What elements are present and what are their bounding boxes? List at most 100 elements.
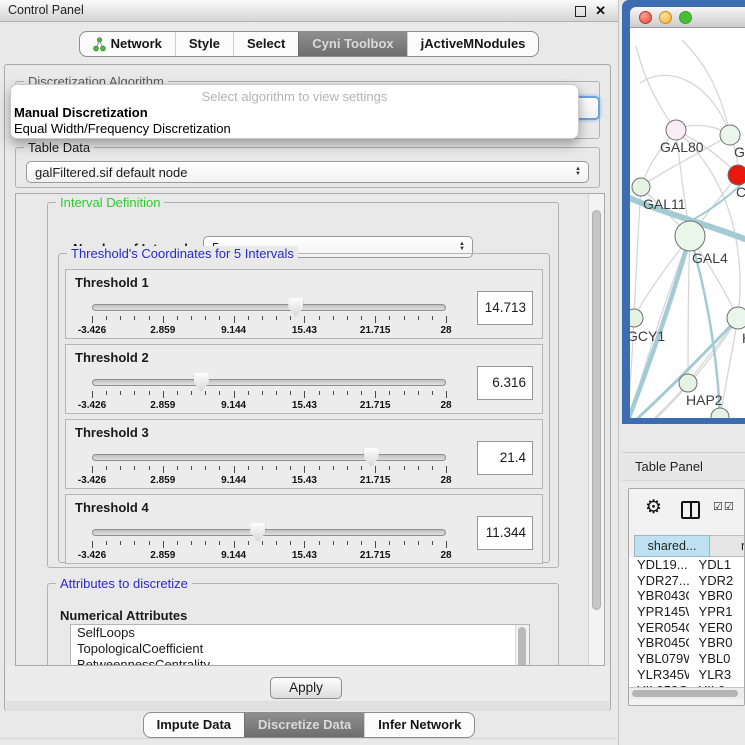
tick-mark [92,466,93,473]
tab-style[interactable]: Style [175,32,233,56]
tick-mark [163,316,164,323]
threshold-3-slider[interactable]: -3.4262.8599.14415.4321.71528 [92,450,446,488]
table-panel-titlebar[interactable]: Table Panel [622,452,745,481]
cyni-toolbox-panel: Discretization Algorithm Table Data galF… [4,64,611,711]
cell: YDR2 [689,573,744,589]
tick-mark [290,391,291,395]
tab-infer-network[interactable]: Infer Network [364,713,474,737]
table-row[interactable]: YER054CYER0 [629,620,744,636]
column-header-name[interactable]: n [710,535,745,557]
control-panel-titlebar[interactable]: Control Panel ✕ [0,0,618,22]
select-columns-icon[interactable]: ☑☑ [713,500,735,513]
thresholds-group-label: Threshold's Coordinates for 5 Intervals [67,246,298,261]
threshold-4-slider[interactable]: -3.4262.8599.14415.4321.71528 [92,525,446,563]
table-row[interactable]: YLR345WYLR3 [629,667,744,683]
table-data-combobox[interactable]: galFiltered.sif default node ▲▼ [26,161,589,183]
column-view-icon[interactable] [681,501,700,519]
tick-mark [304,391,305,398]
threshold-2-value-input[interactable]: 6.316 [477,366,533,400]
network-node[interactable] [711,408,729,418]
tick-mark [177,541,178,545]
list-item[interactable]: BetweennessCentrality [71,657,529,666]
table-row[interactable]: YBL079WYBL0 [629,651,744,667]
tick-mark [404,391,405,395]
panel-scrollbar[interactable] [588,194,604,665]
network-node[interactable] [720,125,740,145]
float-window-icon[interactable] [575,6,586,17]
tick-mark [361,316,362,320]
cell: YER0 [689,620,744,636]
gear-icon[interactable]: ⚙ [645,496,662,519]
table-row[interactable]: YDR27...YDR2 [629,573,744,589]
column-header-shared[interactable]: shared... [634,535,710,557]
minimize-traffic-light-icon[interactable] [659,11,672,24]
popup-option-manual[interactable]: Manual Discretization [11,105,578,121]
list-scrollbar[interactable] [515,625,529,666]
network-node[interactable] [666,120,686,140]
table-rows: YDL19...YDL1 YDR27...YDR2 YBR043CYBR0 YP… [629,557,744,687]
tick-mark [290,316,291,320]
tick-mark [432,316,433,320]
threshold-4-value-input[interactable]: 11.344 [477,516,533,550]
apply-button[interactable]: Apply [270,677,342,699]
tick-mark [404,541,405,545]
network-node[interactable] [728,165,745,185]
list-item[interactable]: TopologicalCoefficient [71,641,529,657]
horizontal-scrollbar[interactable] [629,687,744,699]
tick-mark [191,541,192,545]
close-icon[interactable]: ✕ [595,0,606,21]
tick-mark [149,391,150,395]
tab-network[interactable]: Network [80,32,175,56]
tab-jactivemnodules[interactable]: jActiveMNodules [407,32,539,56]
tick-mark [262,466,263,470]
network-node[interactable] [675,221,705,251]
tick-label: -3.426 [78,325,106,336]
tick-mark [219,316,220,320]
threshold-3-value-input[interactable]: 21.4 [477,441,533,475]
tab-select[interactable]: Select [233,32,298,56]
threshold-1-value-input[interactable]: 14.713 [477,291,533,325]
slider-thumb[interactable] [194,373,209,392]
table-row[interactable]: YBR045CYBR0 [629,635,744,651]
node-label: HAP2 [686,392,723,408]
tick-mark [304,541,305,548]
threshold-2-slider[interactable]: -3.4262.8599.14415.4321.71528 [92,375,446,413]
network-node[interactable] [632,178,650,196]
slider-track[interactable] [92,454,446,461]
table-row[interactable]: YBR043CYBR0 [629,588,744,604]
slider-thumb[interactable] [250,523,265,542]
tab-cyni-toolbox[interactable]: Cyni Toolbox [298,32,406,56]
table-row[interactable]: YPR145WYPR1 [629,604,744,620]
list-item[interactable]: SelfLoops [71,625,529,641]
slider-thumb[interactable] [288,298,303,317]
tab-impute-data[interactable]: Impute Data [144,713,244,737]
network-node[interactable] [679,374,697,392]
cell: YBR045C [629,635,689,651]
slider-track[interactable] [92,304,446,311]
threshold-3-label: Threshold 3 [75,425,149,440]
threshold-1-slider[interactable]: -3.4262.8599.14415.4321.71528 [92,300,446,338]
network-node[interactable] [630,309,643,327]
network-window-titlebar[interactable] [630,7,745,28]
node-label: GAL80 [660,139,704,155]
network-node[interactable] [727,307,745,329]
scrollbar-thumb[interactable] [632,690,738,697]
tick-mark [177,391,178,395]
popup-option-equal-width[interactable]: Equal Width/Frequency Discretization [11,121,578,137]
scrollbar-thumb[interactable] [518,627,526,666]
zoom-traffic-light-icon[interactable] [679,11,692,24]
tick-mark [446,466,447,473]
tab-discretize-data[interactable]: Discretize Data [244,713,364,737]
slider-track[interactable] [92,379,446,386]
cell: YER054C [629,620,689,636]
slider-thumb[interactable] [364,448,379,467]
tick-mark [389,316,390,320]
network-canvas[interactable]: GAL80G.CGAL11GAL4GCY1HHAP2 [630,28,745,418]
table-row[interactable]: YDL19...YDL1 [629,557,744,573]
slider-ticks [92,466,446,474]
scrollbar-thumb[interactable] [592,210,601,610]
slider-track[interactable] [92,529,446,536]
tick-mark [134,316,135,320]
close-traffic-light-icon[interactable] [639,11,652,24]
node-label: GAL11 [643,196,686,212]
